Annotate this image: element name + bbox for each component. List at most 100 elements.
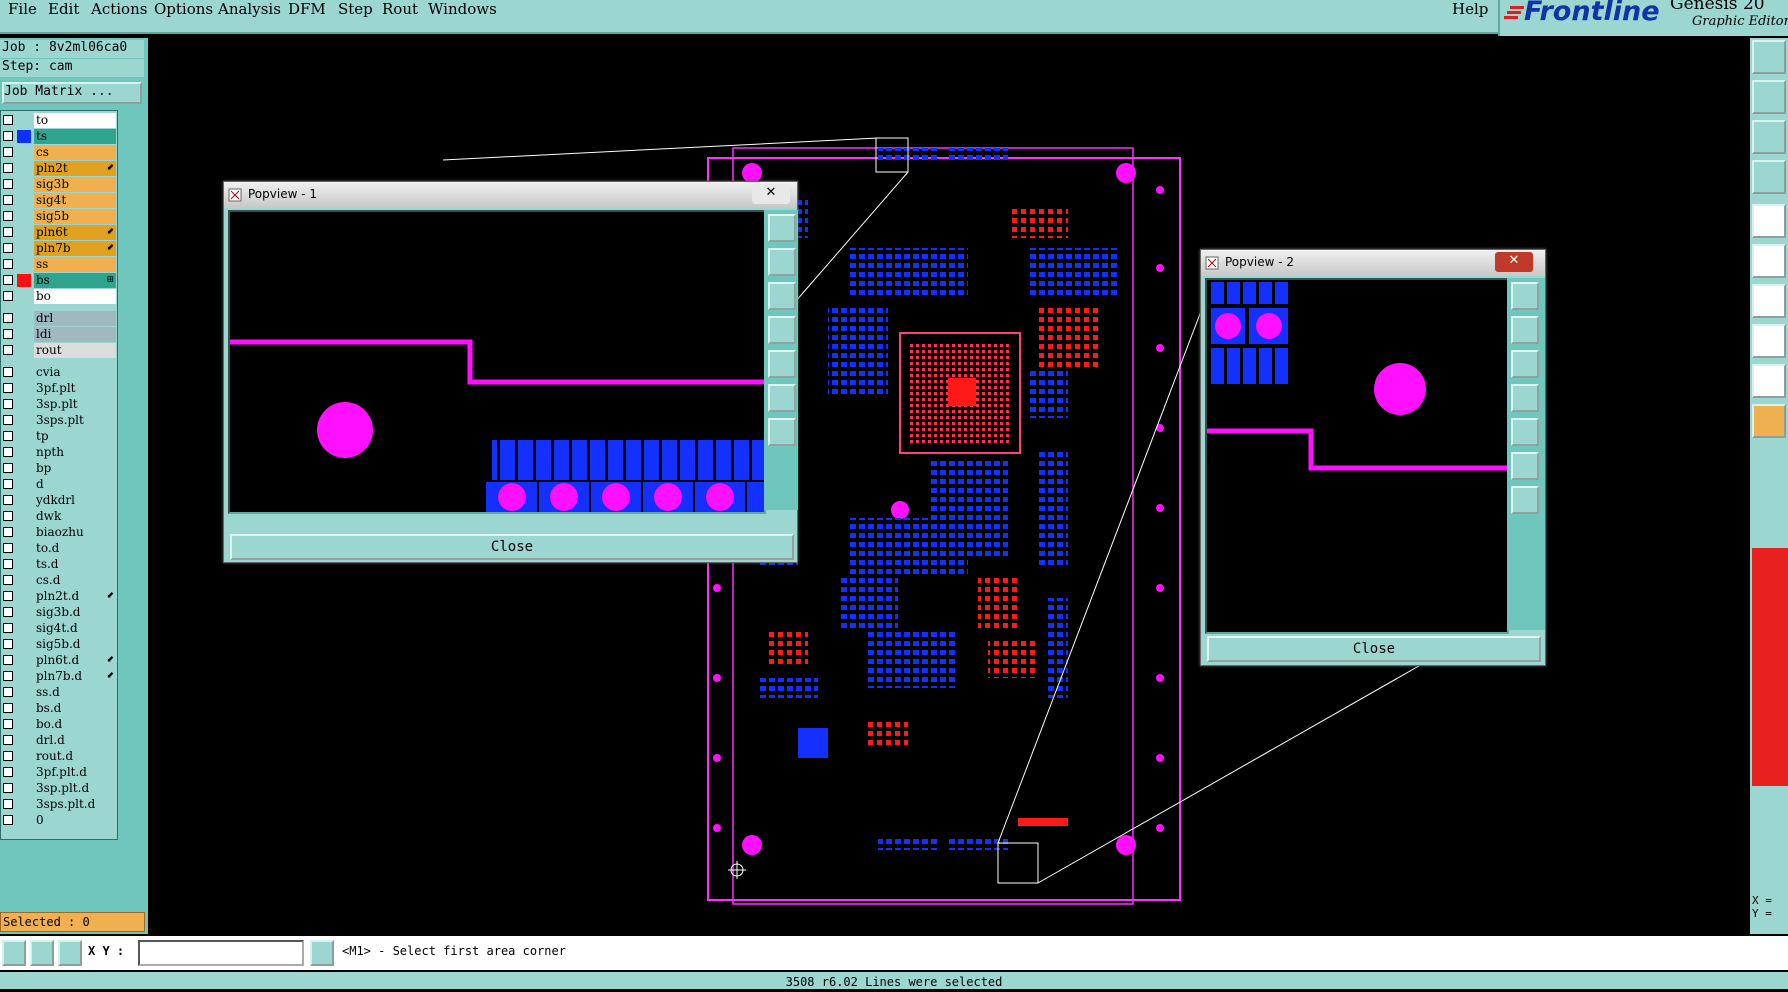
- layer-checkbox[interactable]: [3, 703, 13, 713]
- layer-row[interactable]: sig5b: [1, 209, 117, 225]
- zoom-home-icon[interactable]: [768, 214, 796, 242]
- layer-row[interactable]: ydkdrl: [1, 493, 117, 509]
- layer-checkbox[interactable]: [3, 463, 13, 473]
- layer-row[interactable]: rout: [1, 343, 117, 359]
- layer-name[interactable]: 0: [34, 813, 116, 828]
- layer-name[interactable]: ss: [34, 257, 116, 272]
- layer-name[interactable]: sig4t: [34, 193, 116, 208]
- pan-down-icon[interactable]: [768, 282, 796, 310]
- layer-row[interactable]: sig3b.d: [1, 605, 117, 621]
- layer-checkbox[interactable]: [3, 115, 13, 125]
- layer-checkbox[interactable]: [3, 345, 13, 355]
- tool-feature-icon[interactable]: [1752, 324, 1786, 358]
- job-matrix-button[interactable]: Job Matrix ...: [2, 82, 142, 104]
- layer-name[interactable]: ldi: [34, 327, 116, 342]
- edit-icon[interactable]: [2, 940, 26, 966]
- layer-name[interactable]: bs: [34, 273, 116, 288]
- menu-analysis[interactable]: Analysis: [218, 0, 281, 18]
- layer-name[interactable]: biaozhu: [34, 525, 116, 540]
- layer-checkbox[interactable]: [3, 639, 13, 649]
- layer-checkbox[interactable]: [3, 313, 13, 323]
- popview-1-canvas[interactable]: [228, 210, 766, 514]
- layer-row[interactable]: cs.d: [1, 573, 117, 589]
- layer-row[interactable]: 0: [1, 813, 117, 829]
- layer-row[interactable]: drl.d: [1, 733, 117, 749]
- menu-actions[interactable]: Actions: [91, 0, 147, 18]
- grid-icon[interactable]: [58, 940, 82, 966]
- layer-name[interactable]: pln7b: [34, 241, 116, 256]
- layer-name[interactable]: d: [34, 477, 116, 492]
- pan-up-icon[interactable]: [1511, 316, 1539, 344]
- layer-row[interactable]: ts: [1, 129, 117, 145]
- layer-name[interactable]: ts: [34, 129, 116, 144]
- layer-row[interactable]: cs: [1, 145, 117, 161]
- layer-name[interactable]: bp: [34, 461, 116, 476]
- layer-row[interactable]: dwk: [1, 509, 117, 525]
- xy-input[interactable]: [138, 940, 304, 966]
- zoom-out-icon[interactable]: [1511, 486, 1539, 514]
- layer-row[interactable]: pln7b ⬋: [1, 241, 117, 257]
- layer-row[interactable]: bs ⊞: [1, 273, 117, 289]
- info-icon[interactable]: [310, 940, 334, 966]
- layer-checkbox[interactable]: [3, 671, 13, 681]
- menu-step[interactable]: Step: [338, 0, 373, 18]
- layer-row[interactable]: 3pf.plt.d: [1, 765, 117, 781]
- layer-name[interactable]: cs: [34, 145, 116, 160]
- layer-row[interactable]: cvia: [1, 365, 117, 381]
- layer-row[interactable]: pln6t ⬋: [1, 225, 117, 241]
- layer-checkbox[interactable]: [3, 655, 13, 665]
- layer-name[interactable]: pln2t: [34, 161, 116, 176]
- layer-checkbox[interactable]: [3, 227, 13, 237]
- layer-row[interactable]: rout.d: [1, 749, 117, 765]
- zoom-in-icon[interactable]: [1511, 452, 1539, 480]
- tool-highlight-icon[interactable]: [1752, 364, 1786, 398]
- layer-row[interactable]: ts.d: [1, 557, 117, 573]
- pan-down-icon[interactable]: [1511, 350, 1539, 378]
- layer-row[interactable]: sig4t: [1, 193, 117, 209]
- menu-edit[interactable]: Edit: [48, 0, 79, 18]
- popview-2-titlebar[interactable]: Popview - 2: [1201, 250, 1545, 276]
- menu-rout[interactable]: Rout: [382, 0, 418, 18]
- layer-checkbox[interactable]: [3, 147, 13, 157]
- layer-checkbox[interactable]: [3, 163, 13, 173]
- layer-row[interactable]: bo.d: [1, 717, 117, 733]
- layer-checkbox[interactable]: [3, 399, 13, 409]
- layer-checkbox[interactable]: [3, 735, 13, 745]
- layer-name[interactable]: pln7b.d: [34, 669, 116, 684]
- layer-checkbox[interactable]: [3, 607, 13, 617]
- menu-options[interactable]: Options: [154, 0, 213, 18]
- layer-checkbox[interactable]: [3, 479, 13, 489]
- layer-row[interactable]: bs.d: [1, 701, 117, 717]
- layer-checkbox[interactable]: [3, 179, 13, 189]
- layer-checkbox[interactable]: [3, 687, 13, 697]
- layer-name[interactable]: drl.d: [34, 733, 116, 748]
- tool-measure-icon[interactable]: [1752, 284, 1786, 318]
- menu-file[interactable]: File: [8, 0, 37, 18]
- layer-checkbox[interactable]: [3, 495, 13, 505]
- layer-name[interactable]: rout: [34, 343, 116, 358]
- layer-name[interactable]: 3sps.plt.d: [34, 797, 116, 812]
- layer-checkbox[interactable]: [3, 527, 13, 537]
- layer-checkbox[interactable]: [3, 719, 13, 729]
- layer-name[interactable]: to.d: [34, 541, 116, 556]
- zoom-in-icon[interactable]: [768, 384, 796, 412]
- layer-name[interactable]: npth: [34, 445, 116, 460]
- layer-checkbox[interactable]: [3, 415, 13, 425]
- layer-row[interactable]: drl: [1, 311, 117, 327]
- layer-name[interactable]: bo: [34, 289, 116, 304]
- layer-checkbox[interactable]: [3, 511, 13, 521]
- layer-name[interactable]: ts.d: [34, 557, 116, 572]
- layer-row[interactable]: biaozhu: [1, 525, 117, 541]
- zoom-out-icon[interactable]: [768, 418, 796, 446]
- tool-pan-icon[interactable]: [1752, 80, 1786, 114]
- layer-name[interactable]: cvia: [34, 365, 116, 380]
- layer-checkbox[interactable]: [3, 131, 13, 141]
- menu-windows[interactable]: Windows: [428, 0, 497, 18]
- layer-name[interactable]: 3sps.plt: [34, 413, 116, 428]
- layer-checkbox[interactable]: [3, 767, 13, 777]
- layer-checkbox[interactable]: [3, 291, 13, 301]
- layer-row[interactable]: pln6t.d ⬋: [1, 653, 117, 669]
- layer-checkbox[interactable]: [3, 447, 13, 457]
- layer-checkbox[interactable]: [3, 367, 13, 377]
- layer-row[interactable]: 3pf.plt: [1, 381, 117, 397]
